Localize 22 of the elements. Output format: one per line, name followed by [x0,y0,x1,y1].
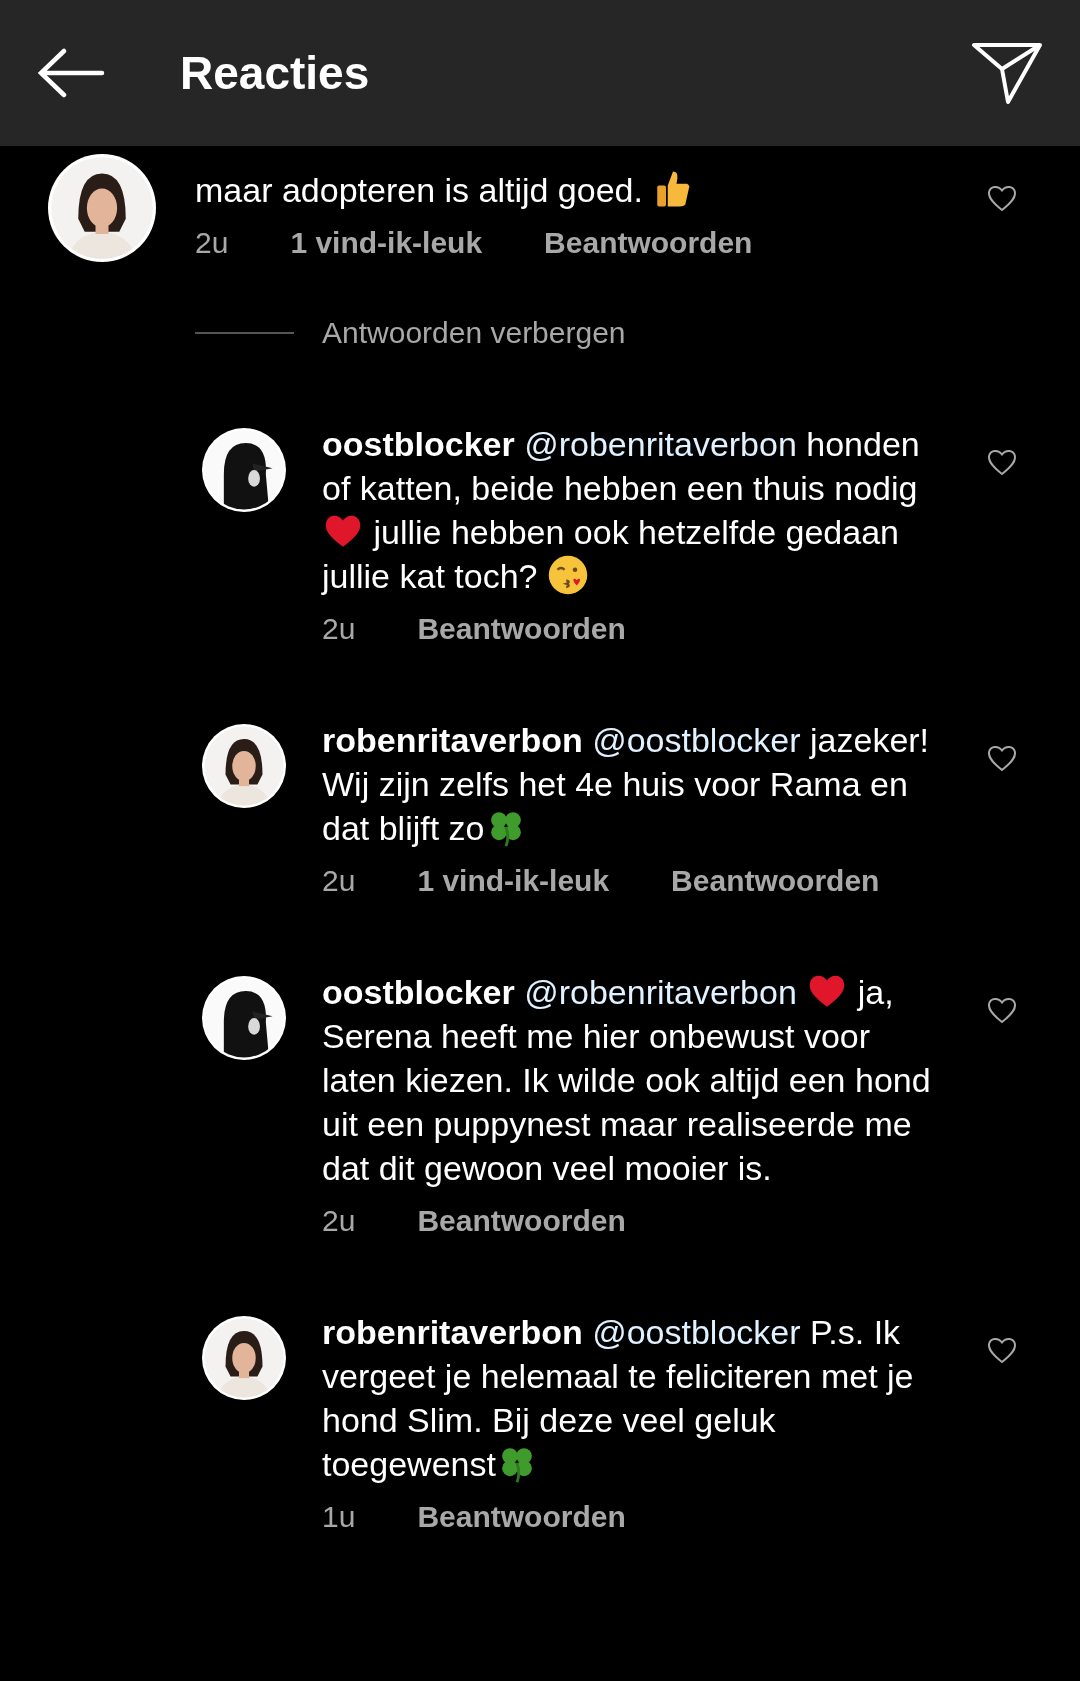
comment-text: oostblocker @robenritaverbon ja, Serena heeft me hier onbewust voor laten kiezen. Ik wilde ook altijd een hond uit een puppynest maar realiseerde me dat dit gewoon veel mooier is. [322,970,942,1190]
likes-link[interactable]: 1 vind-ik-leuk [417,864,610,898]
reply-link[interactable]: Beantwoorden [417,1204,626,1238]
back-icon[interactable] [36,48,106,98]
comment-time: 1u [322,1500,356,1534]
page-title: Reacties [180,46,371,100]
comment-text: maar adopteren is altijd goed. [195,168,815,212]
send-icon[interactable] [971,41,1043,105]
comment-time: 2u [322,612,356,646]
hide-replies-link[interactable]: Antwoorden verbergen [322,316,626,350]
comment-text: oostblocker @robenritaverbon honden of katten, beide hebben een thuis nodig jullie hebben ook hetzelfde gedaan jullie kat toch? [322,424,921,598]
reply-link[interactable]: Beantwoorden [417,612,626,646]
comment-text: robenritaverbon @oostblocker jazeker! Wij zijn zelfs het 4e huis voor Rama en dat blijft zo [322,720,931,850]
comment-text: robenritaverbon @oostblocker P.s. Ik vergeet je helemaal te feliciteren met je hond Slim. Bij deze veel geluk toegewenst [322,1312,915,1486]
comment-time: 2u [322,1204,356,1238]
reply-link[interactable]: Beantwoorden [544,226,753,260]
reply-link[interactable]: Beantwoorden [417,1500,626,1534]
comment-time: 2u [195,226,229,260]
reply-link[interactable]: Beantwoorden [671,864,880,898]
likes-link[interactable]: 1 vind-ik-leuk [290,226,483,260]
comment-time: 2u [322,864,356,898]
kissing-face-icon [546,554,589,596]
